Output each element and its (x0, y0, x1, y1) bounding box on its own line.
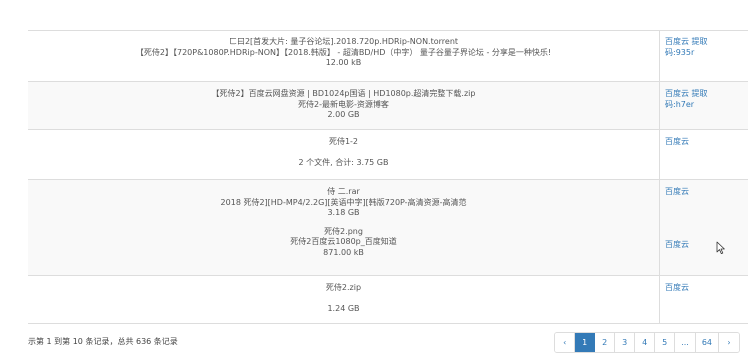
file-name: 死侍2.png (324, 226, 363, 236)
page-button-64[interactable]: 64 (695, 333, 719, 352)
pagination-info: 示第 1 到第 10 条记录，总共 636 条记录 (28, 337, 178, 346)
baidu-link[interactable]: 百度云 (665, 187, 689, 196)
table-row: 【死侍2】百度云网盘资源 | BD1024p国语 | HD1080p.超清完整下… (28, 82, 748, 130)
pagination: ‹ 1 2 3 4 5 ... 64 › (554, 332, 740, 353)
extract-code[interactable]: 码:h7er (665, 100, 748, 111)
folder-name: 死侍1-2 (328, 137, 359, 146)
baidu-link[interactable]: 百度云 (665, 283, 689, 292)
table-row: 侍 二.rar 2018 死侍2][HD-MP4/2.2G][英语中字][韩版7… (28, 180, 748, 276)
link-label[interactable]: 百度云 提取 (665, 89, 748, 100)
table-row: ㄈ曰2[首发大片: 量子谷论坛].2018.720p.HDRip-NON.tor… (28, 31, 748, 82)
file-description: 2018 死侍2][HD-MP4/2.2G][英语中字][韩版720P-高清资源… (220, 197, 467, 207)
baidu-link[interactable]: 百度云 提取 码:935r (665, 37, 748, 58)
extract-code[interactable]: 码:935r (665, 48, 748, 59)
download-cell: 百度云 百度云 (660, 180, 748, 275)
download-cell: 百度云 提取 码:935r (660, 31, 748, 81)
file-entry: 侍 二.rar 2018 死侍2][HD-MP4/2.2G][英语中字][韩版7… (36, 187, 651, 219)
file-info-cell: ㄈ曰2[首发大片: 量子谷论坛].2018.720p.HDRip-NON.tor… (28, 31, 660, 81)
table-row: 死侍1-2 2 个文件, 合计: 3.75 GB 百度云 (28, 130, 748, 180)
page-button-2[interactable]: 2 (595, 333, 616, 352)
file-name: 死侍2.zip (325, 283, 362, 292)
file-description: 死侍2-最新电影-资源博客 (298, 99, 389, 109)
file-name: 侍 二.rar (327, 187, 360, 196)
prev-page-button[interactable]: ‹ (555, 333, 576, 352)
baidu-link[interactable]: 百度云 (665, 137, 689, 146)
download-cell: 百度云 (660, 276, 748, 323)
download-cell: 百度云 (660, 130, 748, 179)
table-row: 死侍2.zip 1.24 GB 百度云 (28, 276, 748, 324)
page-button-5[interactable]: 5 (655, 333, 676, 352)
file-size: 871.00 kB (323, 247, 364, 257)
file-size: 3.18 GB (327, 208, 360, 217)
page-ellipsis: ... (675, 333, 696, 352)
page-button-1[interactable]: 1 (575, 333, 596, 352)
file-description: 【死侍2】【720P&1080P.HDRip-NON】【2018.韩版】 - 超… (135, 47, 552, 57)
download-cell: 百度云 提取 码:h7er (660, 82, 748, 129)
file-name: 【死侍2】百度云网盘资源 | BD1024p国语 | HD1080p.超清完整下… (211, 89, 476, 98)
file-info-cell: 侍 二.rar 2018 死侍2][HD-MP4/2.2G][英语中字][韩版7… (28, 180, 660, 275)
file-size: 2.00 GB (327, 110, 360, 119)
file-name: ㄈ曰2[首发大片: 量子谷论坛].2018.720p.HDRip-NON.tor… (228, 37, 459, 46)
file-info-cell: 死侍1-2 2 个文件, 合计: 3.75 GB (28, 130, 660, 179)
file-summary: 2 个文件, 合计: 3.75 GB (298, 157, 389, 167)
page-button-4[interactable]: 4 (635, 333, 656, 352)
results-table: ㄈ曰2[首发大片: 量子谷论坛].2018.720p.HDRip-NON.tor… (28, 30, 748, 324)
file-info-cell: 【死侍2】百度云网盘资源 | BD1024p国语 | HD1080p.超清完整下… (28, 82, 660, 129)
page-button-3[interactable]: 3 (615, 333, 636, 352)
file-size: 1.24 GB (327, 303, 360, 313)
file-description: 死侍2百度云1080p_百度知道 (290, 237, 397, 246)
file-entry: 死侍2.png 死侍2百度云1080p_百度知道 871.00 kB (36, 227, 651, 259)
file-info-cell: 死侍2.zip 1.24 GB (28, 276, 660, 323)
baidu-link[interactable]: 百度云 (665, 240, 689, 249)
next-page-button[interactable]: › (719, 333, 739, 352)
link-label[interactable]: 百度云 提取 (665, 37, 748, 48)
mouse-cursor-icon (716, 241, 725, 254)
file-size: 12.00 kB (325, 58, 362, 67)
baidu-link[interactable]: 百度云 提取 码:h7er (665, 89, 748, 110)
